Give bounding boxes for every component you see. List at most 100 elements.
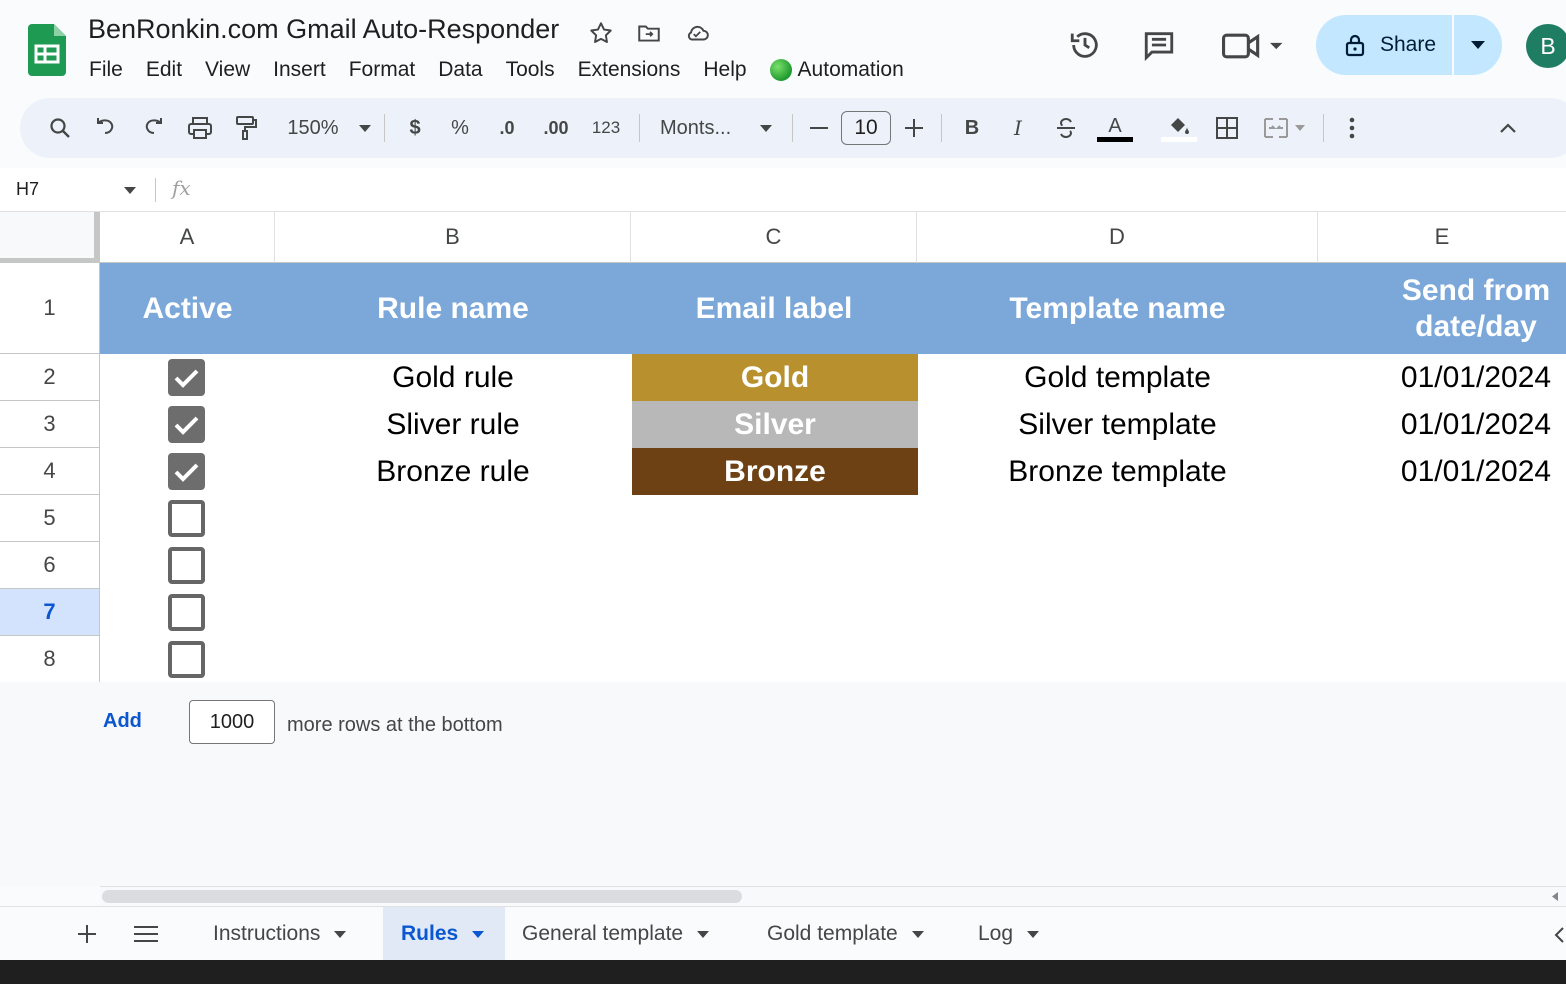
email-label-cell[interactable]: Gold [632,354,918,401]
decrease-decimal-button[interactable]: .0 [483,108,531,148]
font-size-input[interactable]: 10 [841,111,891,145]
cloud-saved-icon[interactable] [684,20,710,46]
sheet-tab-log[interactable]: Log [960,907,1057,961]
row-header-5[interactable]: 5 [0,495,100,542]
rule-name-cell[interactable]: Sliver rule [275,401,631,448]
email-label-cell[interactable]: Bronze [632,448,918,495]
select-all-corner[interactable] [0,212,100,263]
move-folder-icon[interactable] [636,20,662,46]
menu-format[interactable]: Format [349,58,416,82]
scrollbar-thumb[interactable] [102,890,742,903]
print-button[interactable] [176,108,224,148]
menu-extensions[interactable]: Extensions [578,58,681,82]
header-active[interactable]: Active [100,263,275,354]
row-header-3[interactable]: 3 [0,401,100,448]
search-menus-button[interactable] [38,108,82,148]
increase-font-size-button[interactable] [895,108,933,148]
column-header-e[interactable]: E [1318,212,1566,263]
meet-video-icon[interactable] [1222,30,1284,62]
header-send-from[interactable]: Send from date/day [1388,263,1564,354]
more-formats-button[interactable]: 123 [581,108,631,148]
active-checkbox[interactable] [168,500,205,537]
name-box[interactable]: H7 [16,179,39,200]
row-header-6[interactable]: 6 [0,542,100,589]
add-rows-count-input[interactable]: 1000 [189,700,275,744]
active-checkbox[interactable] [168,453,205,490]
horizontal-scrollbar[interactable] [100,886,1566,906]
header-email-label[interactable]: Email label [631,263,917,354]
active-checkbox[interactable] [168,359,205,396]
sheet-tab-general-template[interactable]: General template [504,907,727,961]
send-from-cell[interactable]: 01/01/2024 [1388,401,1564,448]
column-header-b[interactable]: B [275,212,631,263]
chevron-down-icon[interactable] [124,187,136,194]
active-checkbox[interactable] [168,406,205,443]
column-header-d[interactable]: D [917,212,1318,263]
share-dropdown-button[interactable] [1454,41,1502,49]
merge-cells-button[interactable] [1253,108,1315,148]
all-sheets-icon[interactable] [134,926,158,942]
add-rows-button[interactable]: Add [103,710,142,733]
header-template-name[interactable]: Template name [917,263,1318,354]
text-color-button[interactable]: A [1090,108,1140,148]
template-name-cell[interactable]: Gold template [917,354,1318,401]
decrease-font-size-button[interactable] [801,108,837,148]
zoom-select[interactable]: 150% [268,108,376,148]
header-rule-name[interactable]: Rule name [275,263,631,354]
row-header-7[interactable]: 7 [0,589,100,636]
active-checkbox[interactable] [168,641,205,678]
italic-button[interactable]: I [994,108,1042,148]
email-label-cell[interactable]: Silver [632,401,918,448]
template-name-cell[interactable]: Bronze template [917,448,1318,495]
menu-insert[interactable]: Insert [273,58,326,82]
toolbar-divider [792,114,793,142]
menu-help[interactable]: Help [703,58,746,82]
row-header-2[interactable]: 2 [0,354,100,401]
row-header-4[interactable]: 4 [0,448,100,495]
menu-data[interactable]: Data [438,58,482,82]
rule-name-cell[interactable]: Bronze rule [275,448,631,495]
currency-format-button[interactable]: $ [393,108,437,148]
sheets-logo-icon[interactable] [28,24,66,76]
rule-name-cell[interactable]: Gold rule [275,354,631,401]
avatar[interactable]: B [1526,24,1566,68]
collapse-menus-button[interactable] [1478,108,1538,148]
bold-button[interactable]: B [950,108,994,148]
row-header-8[interactable]: 8 [0,636,100,683]
send-from-cell[interactable]: 01/01/2024 [1388,354,1564,401]
strikethrough-button[interactable] [1042,108,1090,148]
percent-format-button[interactable]: % [437,108,483,148]
active-checkbox[interactable] [168,547,205,584]
active-checkbox[interactable] [168,594,205,631]
sheet-tab-rules[interactable]: Rules [383,907,505,961]
document-title[interactable]: BenRonkin.com Gmail Auto-Responder [88,14,559,45]
menu-automation[interactable]: Automation [769,58,904,82]
undo-button[interactable] [82,108,130,148]
redo-button[interactable] [130,108,176,148]
version-history-icon[interactable] [1068,28,1102,62]
sheet-tab-instructions[interactable]: Instructions [195,907,364,961]
menu-view[interactable]: View [205,58,250,82]
menu-file[interactable]: File [89,58,123,82]
more-options-button[interactable] [1332,108,1372,148]
send-from-cell[interactable]: 01/01/2024 [1388,448,1564,495]
font-family-select[interactable]: Monts... [648,108,784,148]
column-header-a[interactable]: A [100,212,275,263]
share-button[interactable]: Share [1316,15,1452,75]
paint-format-button[interactable] [224,108,268,148]
star-icon[interactable] [588,20,614,46]
column-header-c[interactable]: C [631,212,917,263]
add-sheet-icon[interactable] [78,925,96,943]
row-header-1[interactable]: 1 [0,263,100,354]
scroll-left-icon[interactable] [1552,892,1558,901]
fill-color-button[interactable] [1157,108,1201,148]
chevron-down-icon [911,930,924,938]
sheet-tab-gold-template[interactable]: Gold template [749,907,942,961]
template-name-cell[interactable]: Silver template [917,401,1318,448]
chevron-left-icon[interactable] [1554,927,1564,943]
increase-decimal-button[interactable]: .00 [531,108,581,148]
borders-button[interactable] [1201,108,1253,148]
menu-edit[interactable]: Edit [146,58,182,82]
comments-icon[interactable] [1142,28,1176,62]
menu-tools[interactable]: Tools [506,58,555,82]
